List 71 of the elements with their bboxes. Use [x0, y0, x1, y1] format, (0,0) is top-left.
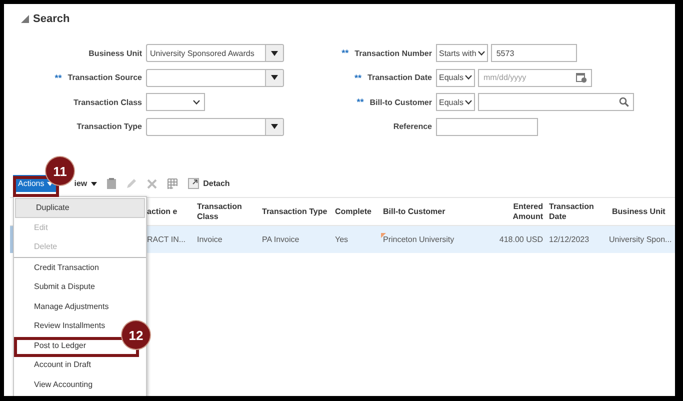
step-badge: 12 [122, 321, 150, 349]
table-cell: RACT IN... [147, 235, 186, 244]
column-header[interactable]: Transaction Class [197, 202, 256, 222]
freeze-columns-icon[interactable] [167, 178, 178, 190]
field-label: Transaction Source [68, 73, 142, 82]
section-title: Search [33, 13, 70, 25]
field-label: Transaction Date [368, 73, 432, 82]
chevron-icon [465, 100, 472, 105]
detach-button[interactable]: Detach [188, 178, 230, 189]
pencil-icon[interactable] [126, 178, 138, 189]
menu-item[interactable]: Review Installments [14, 316, 110, 336]
clipboard-icon[interactable] [107, 178, 116, 189]
column-header[interactable]: Transaction Type [262, 206, 329, 216]
menu-item[interactable]: View Accounting [14, 374, 97, 394]
chevron-icon [478, 50, 486, 56]
column-header[interactable]: Complete [335, 206, 377, 216]
required-mark: ** [54, 72, 62, 83]
calendar-icon[interactable] [576, 72, 588, 84]
chevron-icon [465, 75, 472, 80]
field-label: Transaction Type [76, 122, 142, 132]
menu-item[interactable]: Post to Ledger [14, 336, 90, 355]
search-icon[interactable] [619, 97, 630, 108]
table-cell: PA Invoice [262, 235, 300, 244]
field-label: Transaction Number [354, 48, 432, 58]
text-field[interactable]: 5573 [491, 44, 578, 62]
combo-field[interactable] [146, 118, 284, 136]
required-mark: ** [342, 48, 349, 58]
field-label: Reference [393, 122, 432, 132]
operator-select[interactable]: Equals [436, 68, 476, 87]
column-header[interactable]: Transaction Date [549, 202, 606, 222]
chevron-icon [193, 100, 200, 105]
menu-item[interactable]: Duplicate [15, 198, 145, 218]
text-field[interactable] [436, 118, 538, 136]
column-header[interactable]: action e [147, 206, 191, 216]
caret-icon [271, 50, 278, 56]
menu-item[interactable]: Submit a Dispute [14, 277, 99, 296]
operator-select[interactable]: Equals [436, 93, 476, 112]
menu-item[interactable]: Credit Transaction [14, 258, 103, 277]
dropdown-button[interactable] [265, 118, 283, 135]
flag-icon [381, 233, 386, 238]
field-label: Bill-to Customer [370, 98, 432, 107]
menu-item[interactable]: Manage Adjustments [14, 296, 113, 316]
table-cell: 418.00 USD [499, 235, 543, 244]
detach-icon [188, 178, 200, 189]
step-badge: 11 [46, 157, 74, 185]
table-cell: Yes [335, 235, 348, 244]
table-cell: 12/12/2023 [549, 235, 590, 244]
table-cell: Invoice [197, 235, 222, 244]
field-label: Business Unit [88, 48, 142, 58]
caret-icon [271, 75, 278, 80]
table-cell: University Spon... [609, 235, 672, 244]
dropdown-button[interactable] [265, 70, 283, 86]
required-mark: ** [356, 97, 364, 108]
collapse-triangle-icon[interactable] [21, 15, 29, 23]
combo-field[interactable]: University Sponsored Awards [146, 44, 284, 62]
search-field[interactable] [478, 93, 634, 112]
view-menu[interactable]: iew [74, 179, 98, 188]
select-field[interactable] [146, 93, 205, 112]
caret-icon [271, 124, 278, 130]
caret-icon [91, 182, 98, 186]
menu-item[interactable]: Account in Draft [14, 355, 95, 374]
column-header[interactable]: Bill-to Customer [383, 206, 491, 216]
operator-select[interactable]: Starts with [436, 44, 488, 62]
dropdown-button[interactable] [265, 45, 283, 62]
column-header[interactable]: Entered Amount [497, 202, 543, 222]
table-cell: Princeton University [383, 235, 454, 244]
close-icon[interactable] [147, 178, 158, 188]
combo-field[interactable] [146, 68, 284, 87]
field-label: Transaction Class [74, 98, 142, 107]
required-mark: ** [354, 72, 362, 83]
column-header[interactable]: Business Unit [612, 206, 675, 216]
